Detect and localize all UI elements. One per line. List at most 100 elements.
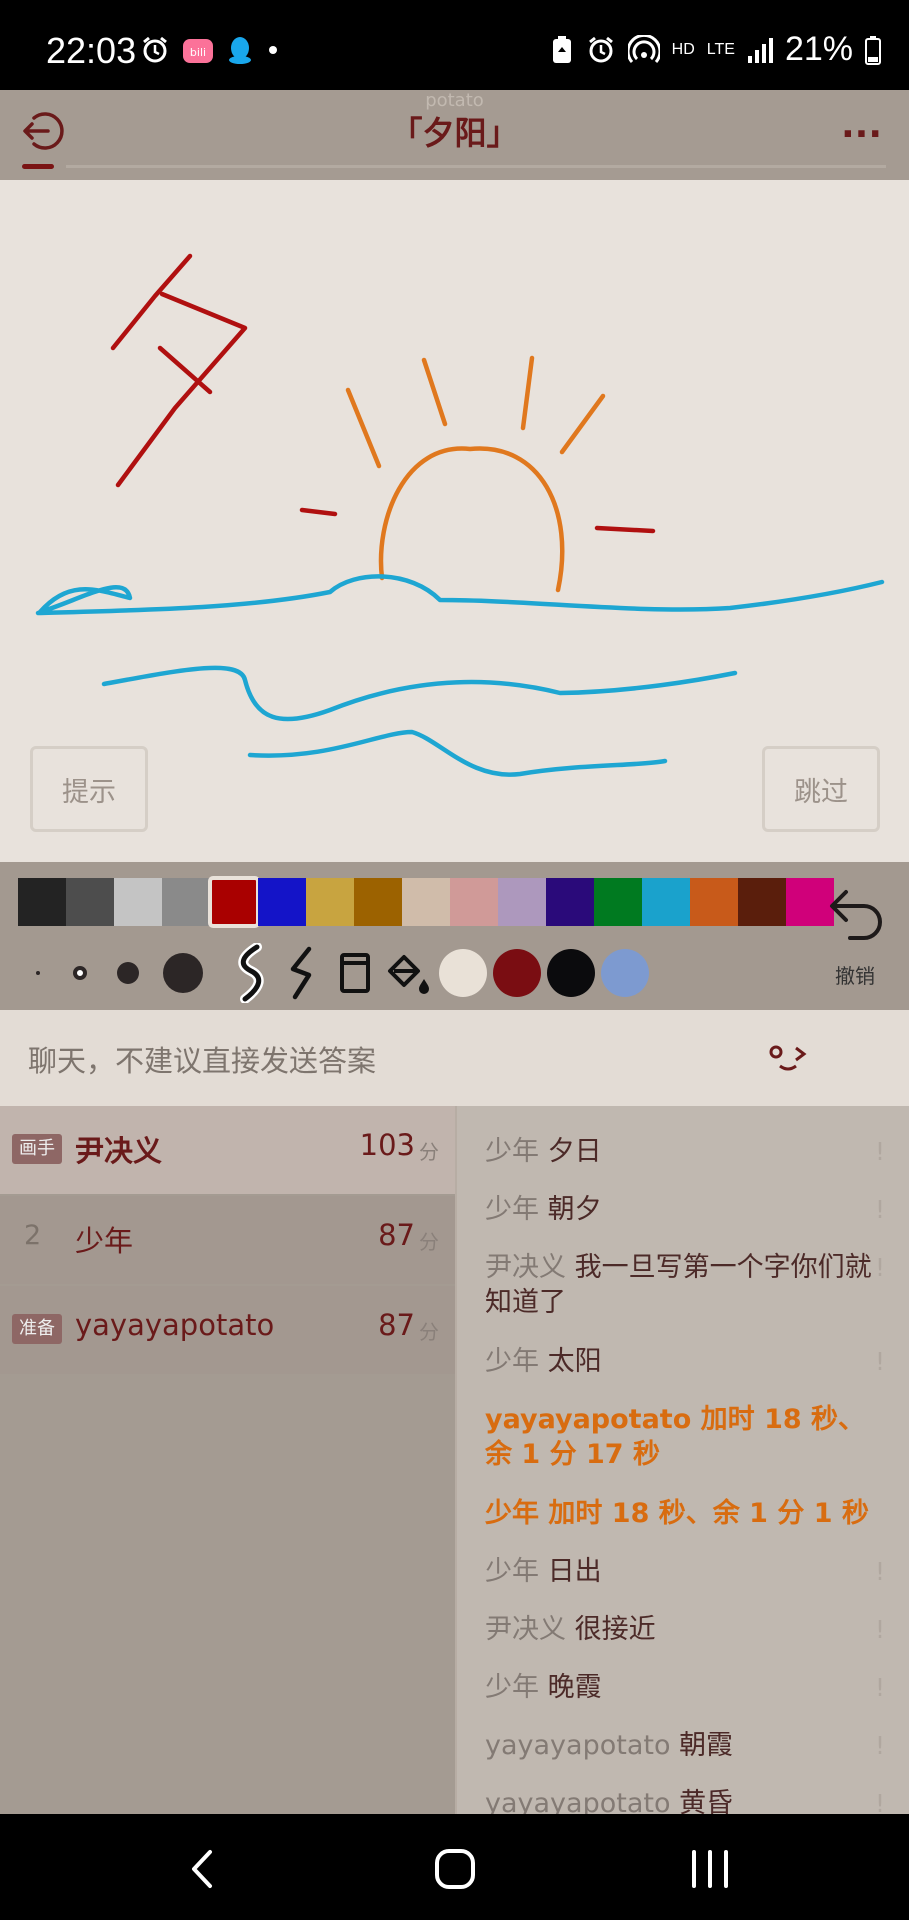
color-swatch[interactable]: [402, 878, 450, 926]
page-title: 「夕阳」: [390, 114, 519, 152]
battery-icon: [865, 35, 881, 65]
back-chevron-icon: [192, 1850, 212, 1888]
brush-size-medium[interactable]: [106, 942, 150, 1004]
player-row[interactable]: 画手 尹决义 103 分: [0, 1106, 455, 1194]
undo-button[interactable]: 撤销: [820, 872, 890, 1002]
color-swatch[interactable]: [642, 878, 690, 926]
report-button[interactable]: !: [875, 1134, 885, 1169]
chat-input-bar[interactable]: 聊天，不建议直接发送答案: [0, 1010, 909, 1106]
color-swatch[interactable]: [208, 876, 260, 928]
report-button[interactable]: !: [875, 1344, 885, 1379]
message-text: 夕日: [547, 1136, 602, 1167]
nav-recents-button[interactable]: [685, 1844, 735, 1894]
recent-color-swatch[interactable]: [490, 942, 544, 1004]
chat-message: 尹决义 很接近!: [485, 1612, 885, 1647]
color-swatch[interactable]: [306, 878, 354, 926]
chat-messages: 少年 夕日! 少年 朝夕! 尹决义 我一旦写第一个字你们就知道了! 少年 太阳! yay…: [455, 1106, 909, 1816]
alarm-icon: [588, 36, 613, 62]
player-score-unit: 分: [419, 1230, 439, 1254]
game-header: potato 「夕阳」 ...: [0, 90, 909, 180]
message-text: 黄昏: [679, 1788, 734, 1816]
status-left-icons: bili: [140, 34, 280, 66]
undo-icon: [830, 890, 882, 940]
hotspot-icon: [627, 34, 660, 63]
nav-back-button[interactable]: [178, 1844, 228, 1894]
color-swatch[interactable]: [114, 878, 162, 926]
nav-home-button[interactable]: [430, 1844, 480, 1894]
chat-message: yayayapotato 朝霞!: [485, 1728, 885, 1763]
chat-message: 少年 夕日!: [485, 1134, 885, 1169]
message-text: 朝霞: [679, 1730, 734, 1761]
hd-icon: HD: [671, 40, 695, 58]
player-scoreboard: 画手 尹决义 103 分 2 少年 87 分准备 yayayapotato 87 分: [0, 1106, 455, 1816]
report-button[interactable]: !: [875, 1554, 885, 1589]
color-palette: [18, 876, 834, 928]
brush-size-large[interactable]: [150, 942, 216, 1004]
recent-color-swatch[interactable]: [436, 942, 490, 1004]
message-author: 少年: [485, 1194, 539, 1225]
rough-brush-icon: [290, 946, 312, 1000]
color-swatch[interactable]: [594, 878, 642, 926]
brush-size-small[interactable]: [62, 942, 98, 1004]
report-button[interactable]: !: [875, 1192, 885, 1227]
player-rank: 2: [24, 1220, 42, 1251]
recent-color-dot: [439, 949, 487, 997]
player-name: 尹决义: [75, 1134, 163, 1168]
fill-bucket-tool[interactable]: [382, 942, 434, 1004]
exit-button[interactable]: [20, 108, 66, 154]
report-button[interactable]: !: [875, 1786, 885, 1816]
eraser-icon: [340, 953, 370, 993]
message-text: 加时 18 秒、余 1 分 1 秒: [548, 1498, 869, 1529]
chat-message: 少年 日出!: [485, 1554, 885, 1589]
recent-color-dot: [547, 949, 595, 997]
rough-brush-tool[interactable]: [276, 942, 326, 1004]
message-author: 少年: [485, 1136, 539, 1167]
message-author: 少年: [485, 1346, 539, 1377]
report-button[interactable]: !: [875, 1612, 885, 1647]
exit-icon: [23, 112, 64, 150]
hint-button[interactable]: 提示: [30, 746, 148, 832]
chat-input[interactable]: 聊天，不建议直接发送答案: [28, 1038, 376, 1080]
report-button[interactable]: !: [875, 1670, 885, 1705]
timer-progress-fill: [22, 164, 54, 169]
brush-size-tiny[interactable]: [20, 942, 56, 1004]
color-swatch[interactable]: [258, 878, 306, 926]
color-swatch[interactable]: [18, 878, 66, 926]
color-swatch[interactable]: [354, 878, 402, 926]
drawing-toolbar: 撤销: [0, 862, 909, 1010]
player-row[interactable]: 2 少年 87 分: [0, 1196, 455, 1284]
message-author: 少年: [485, 1672, 539, 1703]
chat-message: 少年 朝夕!: [485, 1192, 885, 1227]
message-text: 日出: [547, 1556, 602, 1587]
message-author: 少年: [485, 1556, 539, 1587]
drawing-canvas[interactable]: 提示 跳过: [0, 180, 909, 862]
skip-button[interactable]: 跳过: [762, 746, 880, 832]
player-row[interactable]: 准备 yayayapotato 87 分: [0, 1286, 455, 1374]
color-swatch[interactable]: [66, 878, 114, 926]
status-bar: 22:03 bili HD LTE 21%: [0, 0, 909, 90]
eraser-tool[interactable]: [330, 942, 380, 1004]
undo-label: 撤销: [835, 964, 875, 988]
more-menu-button[interactable]: ...: [841, 108, 882, 146]
chat-message: yayayapotato 黄昏!: [485, 1786, 885, 1816]
alarm-icon: [143, 36, 167, 63]
lte-icon: LTE: [706, 40, 735, 58]
color-swatch[interactable]: [690, 878, 738, 926]
home-icon: [435, 1849, 475, 1889]
color-swatch[interactable]: [162, 878, 210, 926]
recent-color-dot: [493, 949, 541, 997]
recent-color-swatch[interactable]: [598, 942, 652, 1004]
report-button[interactable]: !: [875, 1250, 885, 1285]
signal-icon: [747, 37, 773, 63]
app-screen: 22:03 bili HD LTE 21% potato 「夕阳」 ... 提示…: [0, 0, 909, 1920]
color-swatch[interactable]: [738, 878, 786, 926]
smooth-brush-tool[interactable]: [226, 942, 276, 1004]
emoji-button[interactable]: [768, 1040, 812, 1076]
report-button[interactable]: !: [875, 1728, 885, 1763]
color-swatch[interactable]: [546, 878, 594, 926]
chat-message: 尹决义 我一旦写第一个字你们就知道了!: [485, 1250, 885, 1320]
color-swatch[interactable]: [450, 878, 498, 926]
brush-dot-icon: [117, 962, 139, 984]
recent-color-swatch[interactable]: [544, 942, 598, 1004]
color-swatch[interactable]: [498, 878, 546, 926]
